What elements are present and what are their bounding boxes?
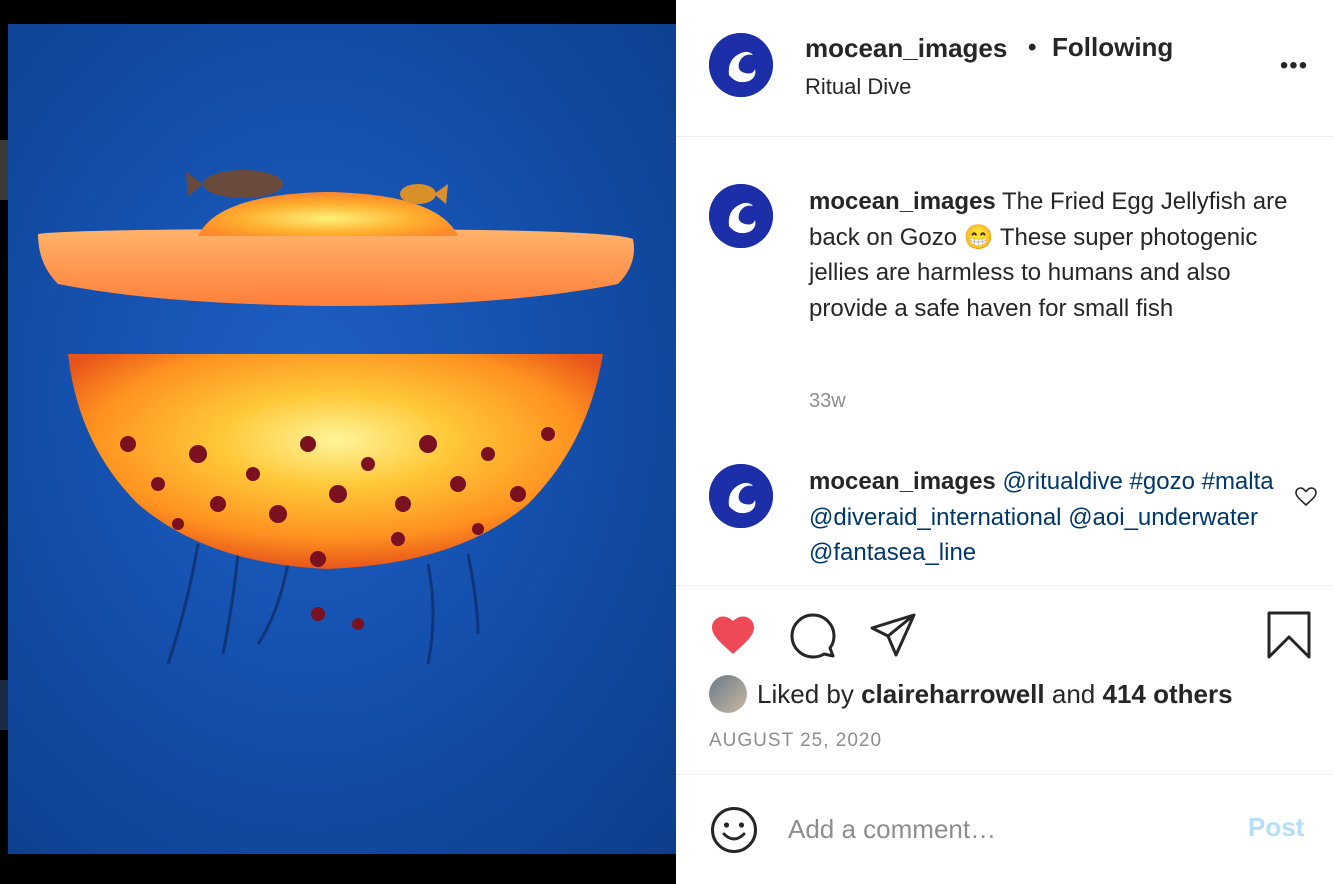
comment-bubble-icon[interactable] xyxy=(788,610,838,660)
like-heart-icon[interactable] xyxy=(708,610,758,660)
post-actions: Liked by claireharrowell and 414 others … xyxy=(676,585,1334,775)
add-comment-bar: Post xyxy=(676,776,1334,884)
author-username[interactable]: mocean_images xyxy=(805,33,1007,64)
following-button[interactable]: Following xyxy=(1052,32,1173,63)
post-side-panel: mocean_images • Following Ritual Dive ••… xyxy=(676,0,1334,884)
wave-logo-icon xyxy=(709,464,773,528)
post-date[interactable]: AUGUST 25, 2020 xyxy=(709,730,882,752)
comment-tag[interactable]: @aoi_underwater xyxy=(1068,504,1258,531)
share-paper-plane-icon[interactable] xyxy=(868,610,918,660)
comments-section: mocean_images The Fried Egg Jellyfish ar… xyxy=(676,138,1334,584)
post-comment-button[interactable]: Post xyxy=(1248,812,1304,843)
emoji-smile-icon[interactable] xyxy=(709,805,759,855)
caption-author[interactable]: mocean_images xyxy=(809,188,996,215)
comment-tag[interactable]: #gozo xyxy=(1130,468,1195,495)
comment-author[interactable]: mocean_images xyxy=(809,468,996,495)
caption-item: mocean_images The Fried Egg Jellyfish ar… xyxy=(676,184,1334,414)
author-avatar[interactable] xyxy=(709,33,773,97)
comment-tag[interactable]: @ritualdive xyxy=(1002,468,1122,495)
caption-timestamp[interactable]: 33w xyxy=(809,390,846,413)
edge-strip xyxy=(0,680,8,730)
comment-text: mocean_images @ritualdive #gozo #malta @… xyxy=(809,464,1289,571)
liker-avatar[interactable] xyxy=(709,675,747,713)
edge-strip xyxy=(0,140,8,200)
wave-logo-icon xyxy=(709,184,773,248)
comment-tag[interactable]: @fantasea_line xyxy=(809,539,976,566)
more-options-icon[interactable]: ••• xyxy=(1274,52,1314,82)
jellyfish-photo xyxy=(38,170,634,665)
likes-joiner: and xyxy=(1051,678,1096,709)
comment-item: mocean_images @ritualdive #gozo #malta @… xyxy=(676,464,1334,584)
wave-logo-icon xyxy=(709,33,773,97)
comment-tag[interactable]: #malta xyxy=(1202,468,1274,495)
comment-avatar[interactable] xyxy=(709,464,773,528)
location-link[interactable]: Ritual Dive xyxy=(805,74,911,100)
like-comment-heart-icon[interactable] xyxy=(1294,484,1318,508)
post-image[interactable] xyxy=(8,24,676,854)
comment-tag[interactable]: @diveraid_international xyxy=(809,504,1062,531)
separator-dot: • xyxy=(1028,34,1037,61)
save-bookmark-icon[interactable] xyxy=(1264,610,1314,660)
caption-avatar[interactable] xyxy=(709,184,773,248)
post-photo-panel xyxy=(0,0,676,884)
likes-prefix: Liked by xyxy=(757,678,854,709)
likes-summary: Liked by claireharrowell and 414 others xyxy=(709,675,1233,713)
comment-input[interactable] xyxy=(788,806,1208,852)
caption-text: mocean_images The Fried Egg Jellyfish ar… xyxy=(809,184,1289,326)
likes-count-link[interactable]: 414 others xyxy=(1102,679,1232,710)
liker-username[interactable]: claireharrowell xyxy=(861,679,1045,710)
post-header: mocean_images • Following Ritual Dive ••… xyxy=(676,0,1334,137)
